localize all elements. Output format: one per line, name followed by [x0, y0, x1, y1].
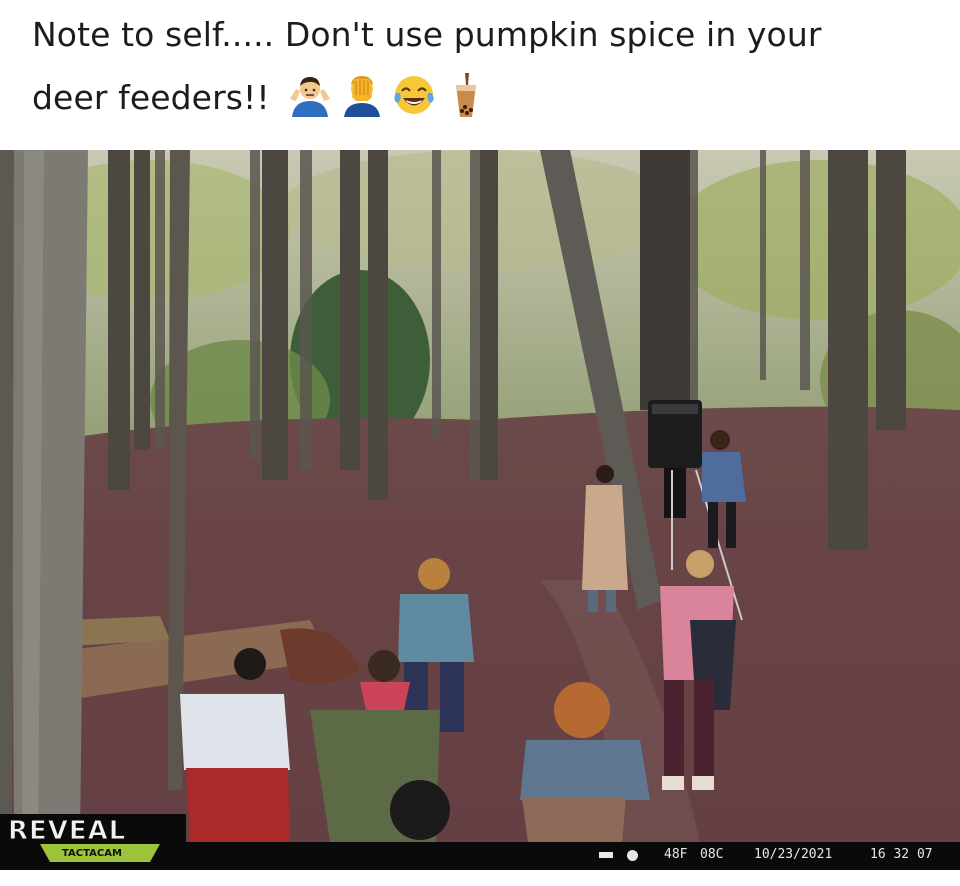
feeder-tree [640, 150, 690, 410]
caption-line-2: deer feeders!! [32, 78, 270, 117]
capture-time: 16 32 07 [870, 847, 933, 862]
trail-camera-photo [0, 150, 960, 842]
man-facepalming-icon [344, 76, 380, 117]
forest-scene [0, 150, 960, 842]
temperature-f: 48F [664, 847, 688, 862]
meme-caption: Note to self..... Don't use pumpkin spic… [0, 0, 960, 150]
camera-model: TACTACAM [62, 848, 122, 859]
foreground-tree-trunk [10, 150, 88, 842]
temperature-c: 08C [700, 847, 724, 862]
caption-line-1: Note to self..... Don't use pumpkin spic… [32, 15, 822, 54]
person-long-coat [582, 465, 628, 612]
battery-icon [599, 852, 613, 858]
bubble-tea-icon [456, 73, 476, 117]
man-shrugging-icon [290, 77, 330, 117]
camera-brand: REVEAL [7, 816, 127, 847]
person-dark-hair [390, 780, 450, 840]
capture-date: 10/23/2021 [754, 847, 833, 862]
moon-phase-icon [627, 850, 638, 861]
emoji-row [288, 70, 488, 120]
face-with-tears-of-joy-icon [394, 76, 434, 114]
bottom-margin [0, 870, 960, 886]
